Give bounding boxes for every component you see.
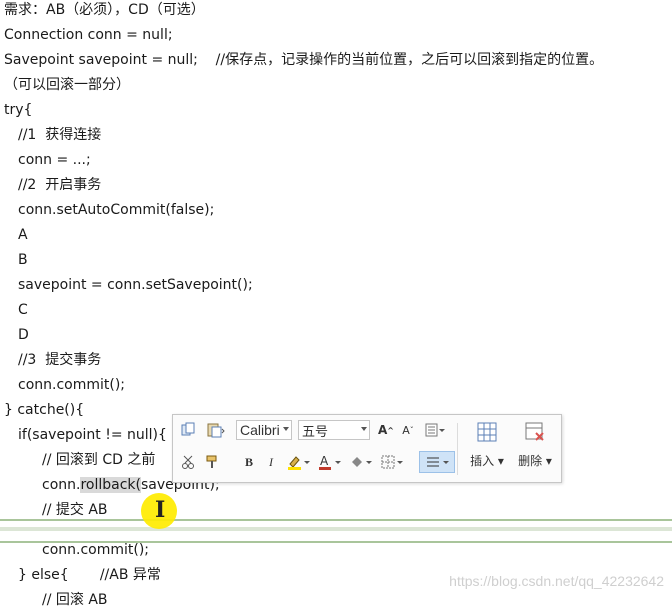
highlight-icon[interactable]	[285, 452, 313, 472]
doc-line-comment-get-conn: //1 获得连接	[18, 127, 102, 143]
doc-line-commit-2: conn.commit();	[42, 542, 150, 558]
grow-font-icon[interactable]: A ^	[376, 420, 396, 440]
chevron-down-icon	[361, 427, 367, 431]
page-break-fill	[0, 527, 672, 531]
copy-format-icon[interactable]	[177, 420, 199, 440]
doc-line-comment-rollback-ab: // 回滚 AB	[42, 592, 108, 608]
format-painter-icon[interactable]	[201, 452, 223, 472]
align-center-icon[interactable]	[419, 451, 455, 473]
doc-line-b: B	[18, 252, 28, 268]
doc-line-if-savepoint: if(savepoint != null){	[18, 427, 167, 443]
font-color-icon[interactable]: A	[316, 452, 344, 472]
doc-line-c: C	[18, 302, 28, 318]
font-size-select[interactable]: 五号	[298, 420, 370, 440]
doc-line-comment-start-tx: //2 开启事务	[18, 177, 102, 193]
doc-line-catch: } catche(){	[4, 402, 85, 418]
font-name-select[interactable]: Calibri	[236, 420, 292, 440]
doc-line-a: A	[18, 227, 28, 243]
svg-text:A: A	[320, 454, 329, 468]
text-cursor-icon: I	[155, 497, 166, 523]
toolbar-separator	[457, 423, 458, 475]
font-size-value: 五号	[302, 424, 329, 440]
insert-label: 插入	[470, 454, 495, 468]
borders-icon[interactable]	[378, 452, 406, 472]
doc-line-savepoint-note: （可以回滚一部分）	[4, 77, 130, 93]
doc-line-else: } else{ //AB 异常	[18, 567, 161, 583]
paste-icon[interactable]	[201, 420, 231, 440]
delete-button[interactable]: 删除 ▾	[509, 421, 561, 477]
doc-line-try: try{	[4, 102, 33, 118]
doc-line-connection: Connection conn = null;	[4, 27, 173, 43]
selected-text[interactable]: rollback(	[80, 477, 141, 493]
shading-icon[interactable]	[347, 452, 375, 472]
doc-line-comment-rollback-cd: // 回滚到 CD 之前	[42, 452, 156, 468]
bold-icon[interactable]: B	[239, 452, 259, 472]
shrink-font-icon[interactable]: Aˇ	[398, 420, 418, 440]
styles-icon[interactable]	[422, 420, 448, 440]
delete-label: 删除	[518, 454, 543, 468]
rollback-prefix: conn.	[42, 477, 81, 493]
doc-line-savepoint: Savepoint savepoint = null; //保存点，记录操作的当…	[4, 52, 604, 68]
italic-icon[interactable]: I	[261, 452, 281, 472]
doc-line-autocommit: conn.setAutoCommit(false);	[18, 202, 215, 218]
cut-icon[interactable]	[177, 452, 199, 472]
mini-toolbar: Calibri 五号 A ^ Aˇ B I A 插入 ▾ 删除 ▾	[172, 414, 562, 483]
doc-line-comment-commit: //3 提交事务	[18, 352, 102, 368]
chevron-down-icon	[283, 427, 289, 431]
doc-line-set-savepoint: savepoint = conn.setSavepoint();	[18, 277, 253, 293]
doc-line-d: D	[18, 327, 29, 343]
doc-line-commit: conn.commit();	[18, 377, 126, 393]
doc-line-requirement: 需求：AB（必须），CD（可选）	[4, 2, 205, 18]
insert-button[interactable]: 插入 ▾	[461, 421, 513, 477]
doc-line-comment-commit-ab: // 提交 AB	[42, 502, 108, 518]
doc-line-conn-assign: conn = ...;	[18, 152, 91, 168]
watermark: https://blog.csdn.net/qq_42232642	[449, 573, 664, 589]
font-name-value: Calibri	[240, 422, 280, 438]
